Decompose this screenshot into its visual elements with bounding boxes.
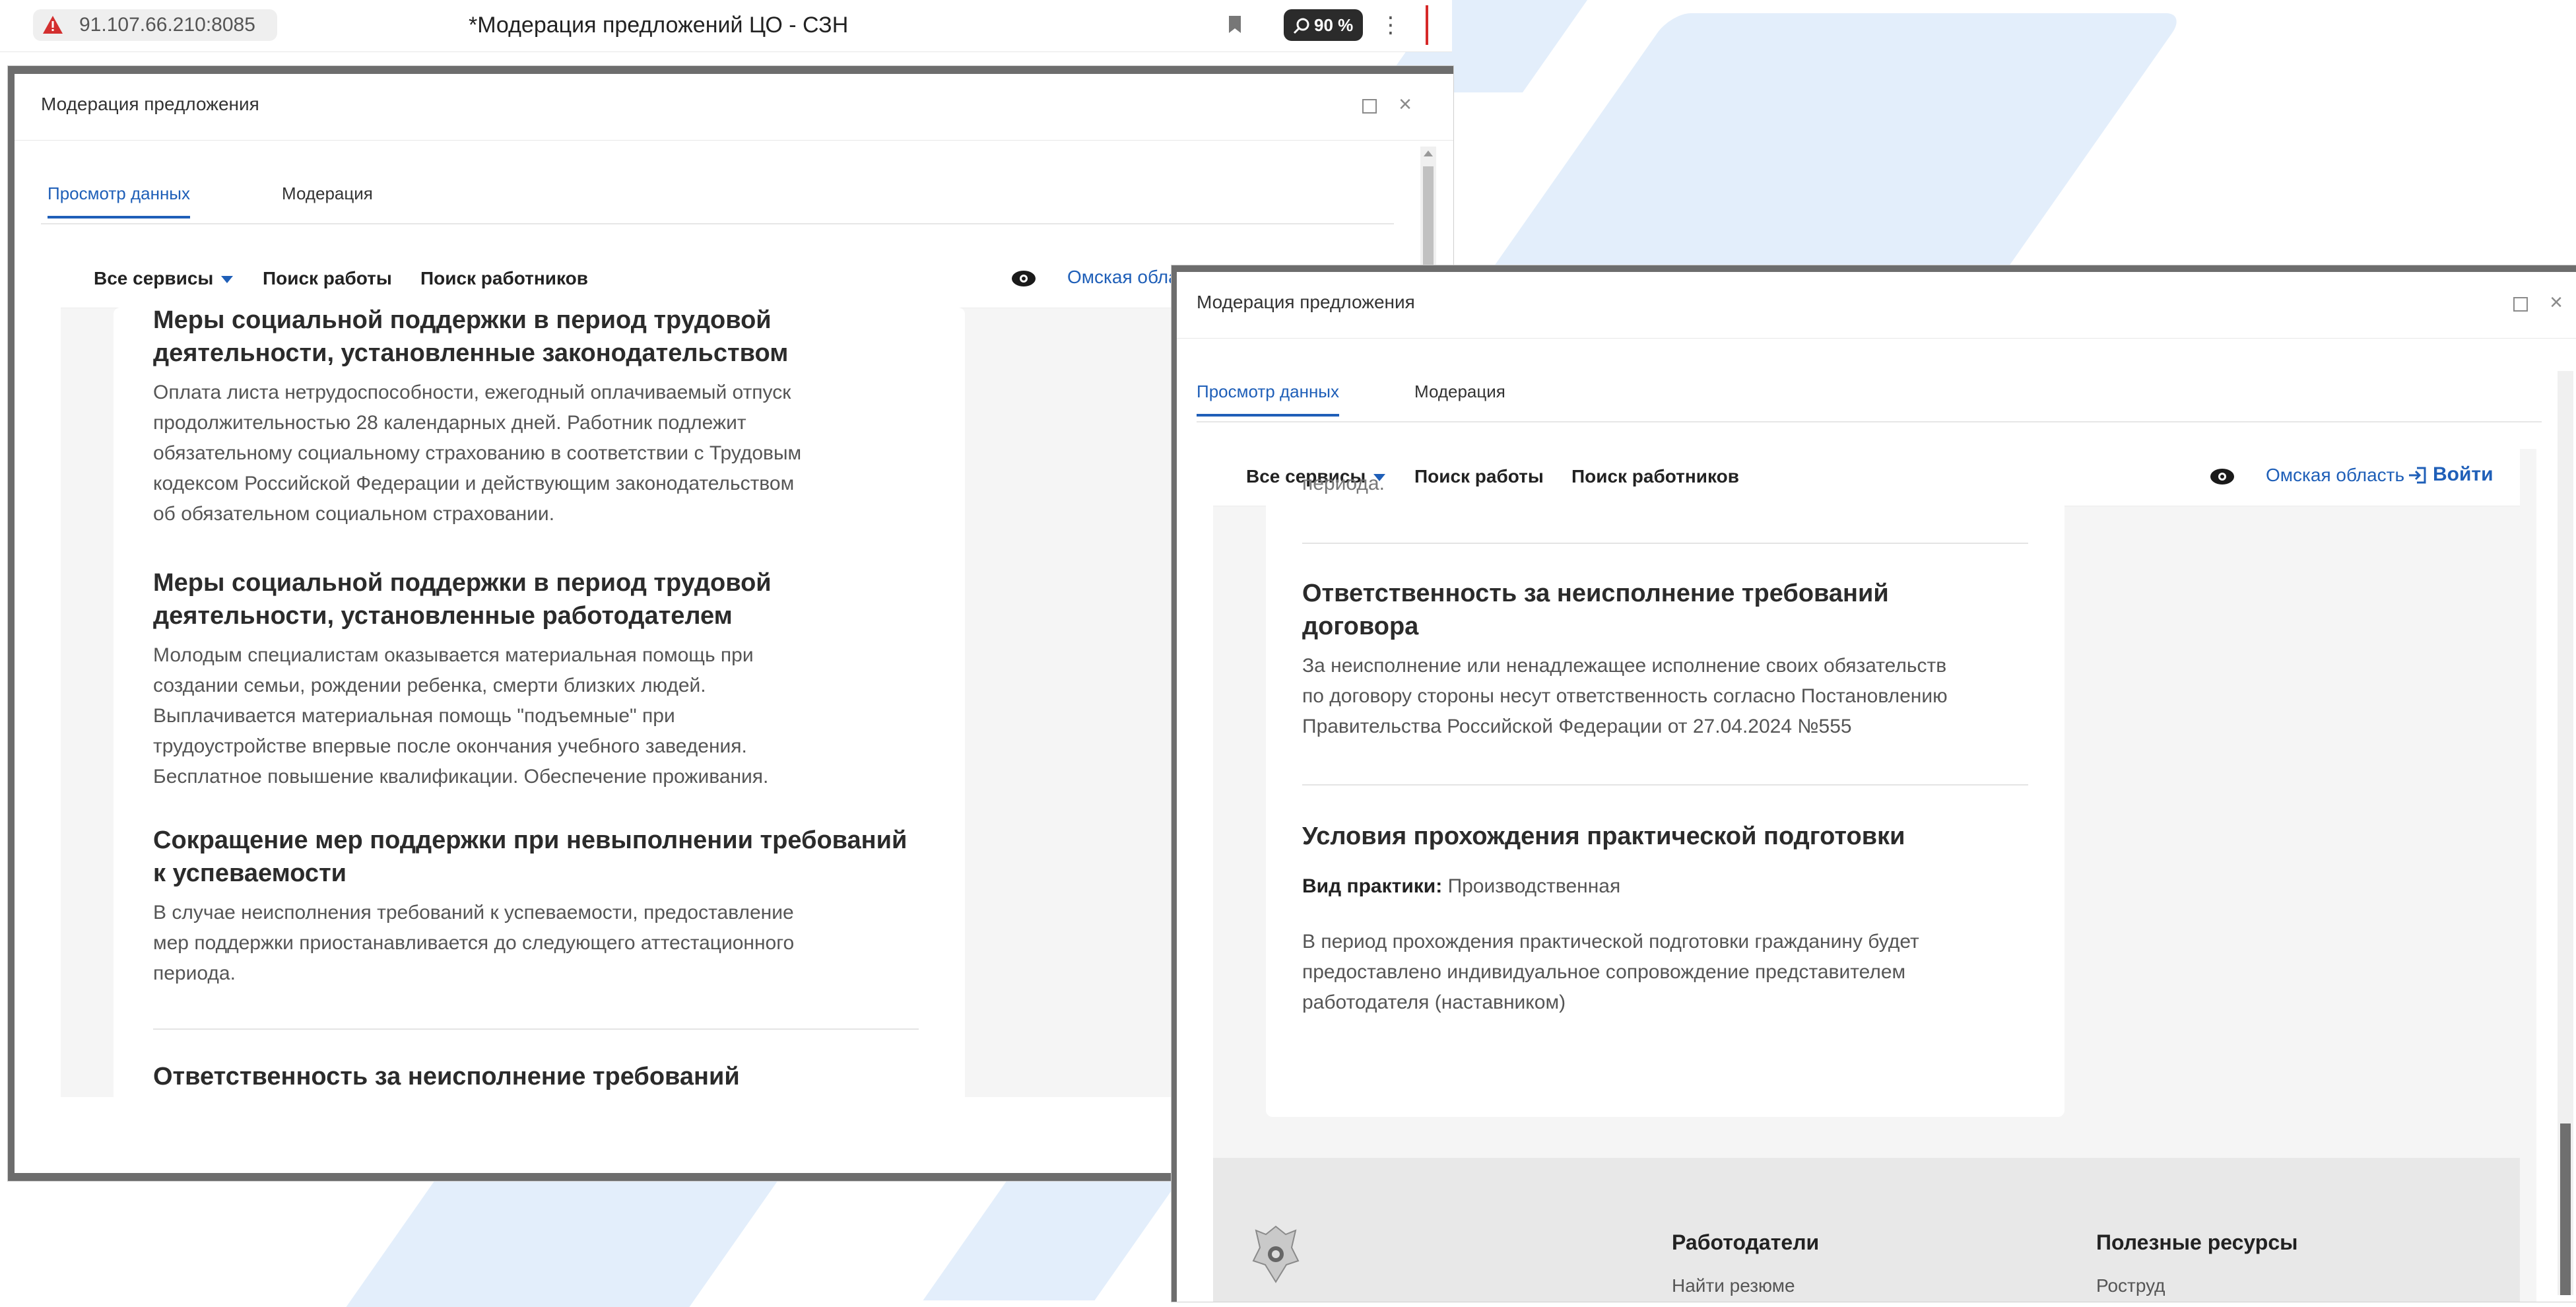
practice-type-value: Производственная: [1447, 875, 1621, 897]
find-job-link[interactable]: Поиск работы: [263, 268, 392, 289]
find-workers-link[interactable]: Поиск работников: [1571, 466, 1739, 487]
maximize-icon[interactable]: [2513, 297, 2528, 312]
section-text: За неисполнение или ненадлежащее исполне…: [1302, 655, 1948, 737]
section-text: Оплата листа нетрудоспособности, ежегодн…: [153, 382, 802, 525]
dialog-header: Модерация предложения ×: [15, 74, 1453, 141]
all-services-menu[interactable]: Все сервисы: [94, 268, 234, 289]
zoom-level: 90 %: [1314, 15, 1354, 35]
address-bar[interactable]: 91.107.66.210:8085: [33, 9, 277, 41]
section-title: Сокращение мер поддержки при невыполнени…: [153, 826, 908, 887]
warning-icon: [43, 16, 63, 34]
practice-type-label: Вид практики:: [1302, 875, 1443, 897]
footer-resources-title: Полезные ресурсы: [2096, 1230, 2298, 1254]
footer-link-find-resume[interactable]: Найти резюме: [1672, 1275, 1795, 1296]
emblem-icon: [1252, 1225, 1300, 1283]
page-title: *Модерация предложений ЦО - СЗН: [469, 13, 849, 38]
maximize-icon[interactable]: [1362, 99, 1377, 114]
divider: [1302, 784, 2028, 786]
section-text: В период прохождения практической подгот…: [1302, 931, 1919, 1013]
all-services-label: Все сервисы: [94, 268, 214, 288]
scrollbar[interactable]: [2558, 371, 2573, 1295]
zoom-indicator[interactable]: 90 %: [1284, 9, 1363, 41]
more-menu-icon[interactable]: ⋮: [1379, 8, 1402, 42]
close-icon[interactable]: ×: [2546, 289, 2566, 316]
section-text: Молодым специалистам оказывается материа…: [153, 644, 769, 788]
browser-toolbar: 91.107.66.210:8085 *Модерация предложени…: [0, 0, 1452, 52]
region-selector[interactable]: Омская область: [2266, 465, 2404, 486]
content-scroll-area[interactable]: Все сервисы Поиск работы Поиск работнико…: [1213, 449, 2536, 1302]
tab-view-data[interactable]: Просмотр данных: [1197, 382, 1339, 417]
divider: [1426, 5, 1428, 45]
dialog-tabs: Просмотр данных Модерация: [41, 173, 1394, 224]
practice-type: Вид практики: Производственная: [1302, 871, 1620, 902]
dialog-title: Модерация предложения: [41, 94, 259, 114]
region-selector[interactable]: Омская обла: [1067, 267, 1179, 288]
find-job-link[interactable]: Поиск работы: [1414, 466, 1544, 487]
eye-icon[interactable]: [1011, 269, 1036, 288]
chevron-down-icon: [221, 276, 234, 284]
site-footer: Работодатели Найти резюме Полезные ресур…: [1213, 1158, 2520, 1302]
section-title: Меры социальной поддержки в период трудо…: [153, 569, 772, 630]
offer-card: Меры социальной поддержки в период трудо…: [114, 306, 965, 1097]
scrollbar-thumb[interactable]: [2560, 1123, 2571, 1295]
section-title: Меры социальной поддержки в период трудо…: [153, 306, 789, 367]
url-text: 91.107.66.210:8085: [79, 14, 255, 36]
login-button[interactable]: Войти: [2408, 463, 2493, 486]
login-label: Войти: [2433, 463, 2493, 485]
dialog-header: Модерация предложения ×: [1177, 272, 2576, 339]
scroll-up-icon[interactable]: [1424, 151, 1433, 156]
moderation-dialog-front: Модерация предложения × Просмотр данных …: [1172, 265, 2576, 1302]
dialog-tabs: Просмотр данных Модерация: [1197, 371, 2542, 422]
bookmark-icon[interactable]: [1228, 15, 1242, 34]
tab-view-data[interactable]: Просмотр данных: [48, 184, 190, 218]
tab-moderation[interactable]: Модерация: [282, 184, 373, 216]
section-title: Условия прохождения практической подгото…: [1302, 822, 1905, 850]
tab-moderation[interactable]: Модерация: [1414, 382, 1505, 414]
zoom-icon: [1293, 18, 1309, 34]
divider: [1302, 543, 2028, 544]
section-title: Ответственность за неисполнение требован…: [153, 1063, 740, 1090]
footer-link-rostrud[interactable]: Роструд: [2096, 1275, 2165, 1296]
cut-off-text: периода.: [1302, 473, 1385, 494]
find-workers-link[interactable]: Поиск работников: [420, 268, 588, 289]
footer-employers-title: Работодатели: [1672, 1230, 1820, 1254]
dialog-title: Модерация предложения: [1197, 292, 1415, 312]
section-title: Ответственность за неисполнение требован…: [1302, 580, 1889, 640]
divider: [153, 1028, 919, 1030]
close-icon[interactable]: ×: [1395, 91, 1415, 117]
login-icon: [2409, 467, 2426, 484]
eye-icon[interactable]: [2210, 467, 2235, 486]
section-text: В случае неисполнения требований к успев…: [153, 902, 795, 984]
offer-card: периода. Ответственность за неисполнение…: [1266, 473, 2064, 1117]
